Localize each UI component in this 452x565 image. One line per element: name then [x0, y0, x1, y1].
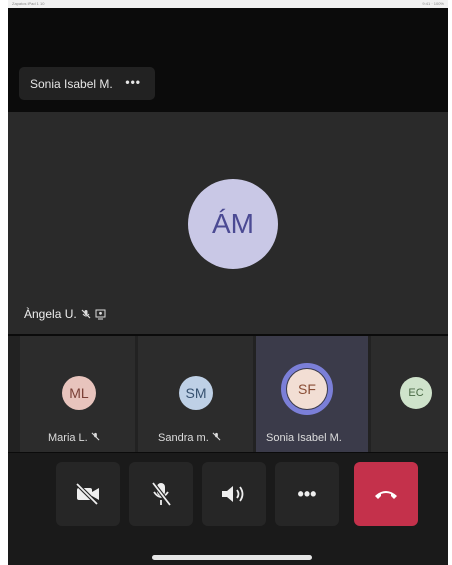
participant-name: Maria L.	[48, 432, 88, 444]
call-controls: •••	[8, 453, 448, 565]
pinned-participant-name: Sonia Isabel M.	[30, 76, 113, 91]
participant-name-label: Maria L.	[48, 432, 100, 444]
participant-avatar: ML	[62, 376, 96, 410]
participant-tile[interactable]: ML Maria L.	[20, 336, 135, 452]
screen-share-icon	[95, 309, 106, 319]
speaker-label: Àngela U.	[24, 307, 106, 321]
participant-name: Sandra m.	[158, 432, 209, 444]
status-left: Zapatos iPad 1 10	[12, 1, 45, 6]
participant-avatar: SM	[179, 376, 213, 410]
camera-toggle-button[interactable]	[56, 462, 120, 526]
mic-off-icon	[91, 432, 100, 441]
participant-avatar: EC	[400, 377, 432, 409]
participant-tile[interactable]: SM Sandra m.	[138, 336, 253, 452]
participant-avatar: SF	[287, 369, 327, 409]
speaker-volume-icon	[222, 486, 244, 502]
main-video-stage: ÁM Àngela U.	[8, 112, 448, 334]
speaker-name: Àngela U.	[24, 307, 77, 321]
more-options-icon[interactable]: •••	[125, 75, 141, 89]
mic-off-icon	[151, 481, 172, 507]
mic-toggle-button[interactable]	[129, 462, 193, 526]
participant-tile[interactable]: EC	[371, 336, 448, 452]
pinned-participant-pill[interactable]: Sonia Isabel M. •••	[19, 67, 155, 100]
status-bar: Zapatos iPad 1 10 9:41 · 100%	[8, 0, 448, 8]
status-right: 9:41 · 100%	[422, 1, 444, 6]
camera-off-icon	[75, 483, 99, 505]
participant-name-label: Sandra m.	[158, 432, 221, 444]
participant-name: Sonia Isabel M.	[266, 432, 342, 444]
more-actions-button[interactable]: •••	[275, 462, 339, 526]
meeting-screen: Zapatos iPad 1 10 9:41 · 100% Sonia Isab…	[8, 0, 448, 565]
mic-off-icon	[81, 309, 91, 319]
participant-strip: ML Maria L. SM Sandra m. SF Sonia Isabel…	[8, 336, 448, 452]
participant-tile-active[interactable]: SF Sonia Isabel M.	[256, 336, 368, 452]
speaker-avatar: ÁM	[188, 179, 278, 269]
home-indicator	[152, 555, 312, 560]
hang-up-icon	[375, 491, 397, 499]
speaker-button[interactable]	[202, 462, 266, 526]
mic-off-icon	[212, 432, 221, 441]
end-call-button[interactable]	[354, 462, 418, 526]
